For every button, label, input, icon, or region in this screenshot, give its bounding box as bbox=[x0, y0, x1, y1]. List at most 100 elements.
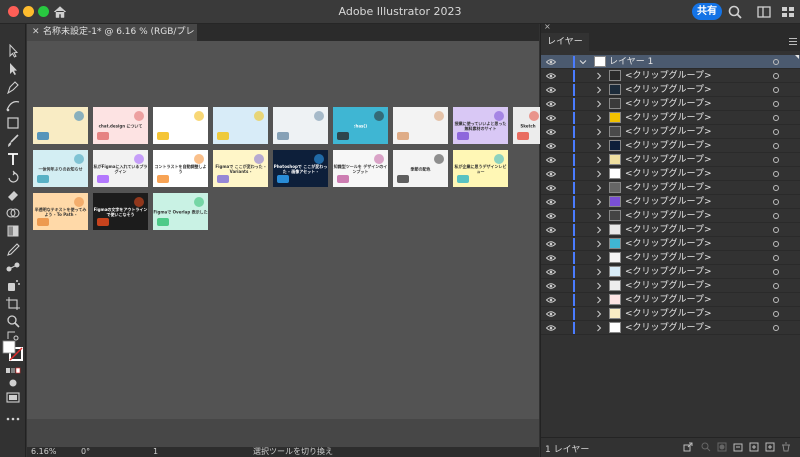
visibility-eye-icon[interactable] bbox=[546, 171, 556, 177]
chevron-right-icon[interactable] bbox=[595, 254, 603, 262]
layer-name[interactable]: <クリップグループ> bbox=[625, 223, 712, 237]
target-circle-icon[interactable] bbox=[773, 143, 779, 149]
search-icon[interactable] bbox=[727, 4, 743, 20]
eyedropper-tool-icon[interactable] bbox=[5, 242, 21, 256]
sublayer-row[interactable]: <クリップグループ> bbox=[541, 167, 800, 181]
arrange-documents-icon[interactable] bbox=[780, 4, 796, 20]
sublayer-row[interactable]: <クリップグループ> bbox=[541, 181, 800, 195]
artboard[interactable]: 私がFigmaに入れているプラグイン bbox=[93, 150, 148, 187]
layer-name[interactable]: <クリップグループ> bbox=[625, 83, 712, 97]
export-icon[interactable] bbox=[683, 442, 693, 452]
zoom-level[interactable]: 6.16% bbox=[31, 447, 56, 457]
layer-name[interactable]: <クリップグループ> bbox=[625, 293, 712, 307]
artboard[interactable] bbox=[153, 107, 208, 144]
visibility-eye-icon[interactable] bbox=[546, 311, 556, 317]
visibility-eye-icon[interactable] bbox=[546, 269, 556, 275]
screen-mode-icon[interactable] bbox=[5, 390, 21, 404]
target-circle-icon[interactable] bbox=[773, 255, 779, 261]
artboard[interactable]: 授業に使っていいよと思った 無料素材のサイト bbox=[453, 107, 508, 144]
delete-layer-icon[interactable] bbox=[781, 442, 791, 452]
visibility-eye-icon[interactable] bbox=[546, 101, 556, 107]
target-circle-icon[interactable] bbox=[773, 171, 779, 177]
target-circle-icon[interactable] bbox=[773, 73, 779, 79]
chevron-right-icon[interactable] bbox=[595, 142, 603, 150]
layer-name[interactable]: レイヤー 1 bbox=[609, 55, 653, 69]
chevron-right-icon[interactable] bbox=[595, 156, 603, 164]
visibility-eye-icon[interactable] bbox=[546, 199, 556, 205]
layer-name[interactable]: <クリップグループ> bbox=[625, 111, 712, 125]
artboard[interactable]: コントラストを自動調整しよう bbox=[153, 150, 208, 187]
sublayer-row[interactable]: <クリップグループ> bbox=[541, 265, 800, 279]
artboard[interactable]: 私が企業に思うデザインレビュー bbox=[453, 150, 508, 187]
rotation-angle[interactable]: 0° bbox=[81, 447, 90, 457]
chevron-right-icon[interactable] bbox=[595, 310, 603, 318]
symbol-sprayer-tool-icon[interactable] bbox=[5, 278, 21, 292]
fill-stroke-swatch-icon[interactable] bbox=[2, 340, 24, 362]
panel-menu-icon[interactable] bbox=[789, 37, 797, 46]
artboard[interactable]: :has() bbox=[333, 107, 388, 144]
layer-row[interactable]: レイヤー 1 bbox=[541, 55, 800, 69]
target-circle-icon[interactable] bbox=[773, 101, 779, 107]
sublayer-row[interactable]: <クリップグループ> bbox=[541, 209, 800, 223]
layer-name[interactable]: <クリップグループ> bbox=[625, 279, 712, 293]
target-circle-icon[interactable] bbox=[773, 87, 779, 93]
layers-tab[interactable]: レイヤー bbox=[541, 33, 589, 51]
sublayer-row[interactable]: <クリップグループ> bbox=[541, 223, 800, 237]
chevron-right-icon[interactable] bbox=[595, 184, 603, 192]
visibility-eye-icon[interactable] bbox=[546, 325, 556, 331]
artboard[interactable]: chat.design について bbox=[93, 107, 148, 144]
sublayer-row[interactable]: <クリップグループ> bbox=[541, 293, 800, 307]
artboard[interactable]: Photoshopで ここが変わった - 画像アセット - bbox=[273, 150, 328, 187]
close-panel-icon[interactable]: × bbox=[544, 22, 551, 31]
target-circle-icon[interactable] bbox=[773, 115, 779, 121]
target-circle-icon[interactable] bbox=[773, 283, 779, 289]
layer-name[interactable]: <クリップグループ> bbox=[625, 167, 712, 181]
zoom-tool-icon[interactable] bbox=[5, 314, 21, 328]
sublayer-row[interactable]: <クリップグループ> bbox=[541, 321, 800, 335]
artboard[interactable]: 季節の配色 bbox=[393, 150, 448, 187]
target-circle-icon[interactable] bbox=[773, 311, 779, 317]
visibility-eye-icon[interactable] bbox=[546, 59, 556, 65]
artboard[interactable]: Sketch bbox=[513, 107, 543, 144]
visibility-eye-icon[interactable] bbox=[546, 185, 556, 191]
chevron-right-icon[interactable] bbox=[595, 282, 603, 290]
layer-name[interactable]: <クリップグループ> bbox=[625, 153, 712, 167]
rectangle-tool-icon[interactable] bbox=[5, 116, 21, 130]
visibility-eye-icon[interactable] bbox=[546, 297, 556, 303]
make-clipping-mask-icon[interactable] bbox=[717, 442, 727, 452]
visibility-eye-icon[interactable] bbox=[546, 87, 556, 93]
visibility-eye-icon[interactable] bbox=[546, 213, 556, 219]
sublayer-row[interactable]: <クリップグループ> bbox=[541, 307, 800, 321]
share-button[interactable]: 共有 bbox=[692, 3, 722, 20]
visibility-eye-icon[interactable] bbox=[546, 241, 556, 247]
new-layer-icon[interactable] bbox=[765, 442, 775, 452]
artboard[interactable] bbox=[393, 107, 448, 144]
layer-name[interactable]: <クリップグループ> bbox=[625, 125, 712, 139]
artboard-tool-icon[interactable] bbox=[5, 296, 21, 310]
blend-tool-icon[interactable] bbox=[5, 260, 21, 274]
chevron-right-icon[interactable] bbox=[595, 324, 603, 332]
type-tool-icon[interactable] bbox=[5, 152, 21, 166]
more-tools-icon[interactable] bbox=[5, 412, 21, 426]
artboard[interactable]: 知識型ツールを デザインのインプット bbox=[333, 150, 388, 187]
paintbrush-tool-icon[interactable] bbox=[5, 134, 21, 148]
sublayer-row[interactable]: <クリップグループ> bbox=[541, 69, 800, 83]
layer-name[interactable]: <クリップグループ> bbox=[625, 307, 712, 321]
layer-name[interactable]: <クリップグループ> bbox=[625, 321, 712, 335]
sublayer-row[interactable]: <クリップグループ> bbox=[541, 195, 800, 209]
locate-object-icon[interactable] bbox=[701, 442, 711, 452]
chevron-right-icon[interactable] bbox=[595, 296, 603, 304]
chevron-right-icon[interactable] bbox=[595, 170, 603, 178]
target-circle-icon[interactable] bbox=[773, 185, 779, 191]
layer-name[interactable]: <クリップグループ> bbox=[625, 195, 712, 209]
layer-name[interactable]: <クリップグループ> bbox=[625, 97, 712, 111]
artboard[interactable]: 一体何年ぶりのお知らせ bbox=[33, 150, 88, 187]
direct-selection-tool-icon[interactable] bbox=[5, 62, 21, 76]
chevron-right-icon[interactable] bbox=[595, 72, 603, 80]
sublayer-row[interactable]: <クリップグループ> bbox=[541, 83, 800, 97]
artboard[interactable]: 半透明なテキストを使ってみよう - To Path - bbox=[33, 193, 88, 230]
target-circle-icon[interactable] bbox=[773, 199, 779, 205]
layer-name[interactable]: <クリップグループ> bbox=[625, 209, 712, 223]
chevron-right-icon[interactable] bbox=[595, 128, 603, 136]
artboard[interactable]: Figmaで Overlap 表示した bbox=[153, 193, 208, 230]
